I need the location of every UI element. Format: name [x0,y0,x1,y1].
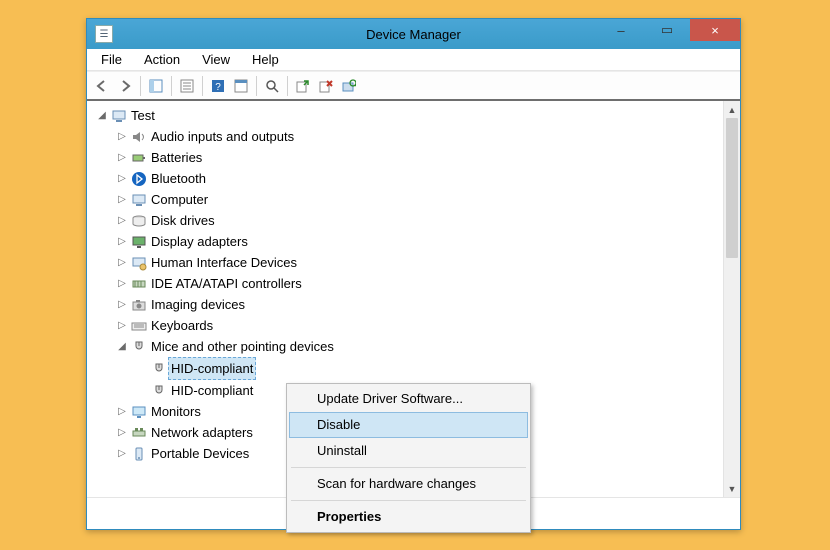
tree-item-hid[interactable]: ▷ Human Interface Devices [95,252,740,273]
search-button[interactable] [261,75,283,97]
portable-icon [131,446,147,462]
update-driver-button[interactable] [292,75,314,97]
tree-item-batteries[interactable]: ▷ Batteries [95,147,740,168]
context-menu: Update Driver Software... Disable Uninst… [286,383,531,533]
tree-item-mice[interactable]: ◢ Mice and other pointing devices [95,336,740,357]
ctx-disable[interactable]: Disable [289,412,528,438]
toolbar-separator [140,76,141,96]
vertical-scrollbar[interactable]: ▲ ▼ [723,101,740,497]
tree-root[interactable]: ◢ Test [95,105,740,126]
mouse-icon [151,361,167,377]
minimize-button[interactable]: – [598,19,644,41]
computer-icon [131,192,147,208]
tree-item-display[interactable]: ▷ Display adapters [95,231,740,252]
expander-icon[interactable]: ▷ [115,231,129,252]
expander-icon[interactable]: ◢ [95,105,109,126]
toolbar-separator [256,76,257,96]
toolbar-separator [287,76,288,96]
battery-icon [131,150,147,166]
ctx-separator [291,467,526,468]
expander-icon[interactable]: ▷ [115,422,129,443]
tree-item-hid-mouse-1[interactable]: ▷ HID-compliant [95,357,740,380]
tree-item-imaging[interactable]: ▷ Imaging devices [95,294,740,315]
expander-icon[interactable]: ▷ [115,294,129,315]
display-icon [131,234,147,250]
network-icon [131,425,147,441]
expander-icon[interactable]: ▷ [115,273,129,294]
mouse-icon [131,339,147,355]
expander-icon[interactable]: ▷ [115,147,129,168]
close-button[interactable]: × [690,19,740,41]
menu-view[interactable]: View [192,50,240,69]
expander-icon[interactable]: ▷ [115,168,129,189]
tree-item-ide[interactable]: ▷ IDE ATA/ATAPI controllers [95,273,740,294]
menubar: File Action View Help [87,49,740,71]
window-controls: – ▭ × [598,19,740,41]
expander-icon[interactable]: ▷ [115,315,129,336]
tree-item-keyboards[interactable]: ▷ Keyboards [95,315,740,336]
tree-item-computer[interactable]: ▷ Computer [95,189,740,210]
scroll-thumb[interactable] [726,118,738,258]
ctx-update-driver[interactable]: Update Driver Software... [289,386,528,412]
hid-icon [131,255,147,271]
help-button[interactable]: ? [207,75,229,97]
imaging-icon [131,297,147,313]
ctx-properties[interactable]: Properties [289,504,528,530]
back-button[interactable] [91,75,113,97]
expander-icon[interactable]: ▷ [115,443,129,464]
titlebar: ☰ Device Manager – ▭ × [87,19,740,49]
svg-text:?: ? [215,82,221,93]
mouse-icon [151,383,167,399]
toolbar-separator [202,76,203,96]
toolbar-separator [171,76,172,96]
menu-file[interactable]: File [91,50,132,69]
monitor-icon [131,404,147,420]
disk-icon [131,213,147,229]
ide-icon [131,276,147,292]
scroll-up-icon[interactable]: ▲ [724,101,740,118]
computer-root-icon [111,108,127,124]
expander-icon[interactable]: ▷ [115,189,129,210]
details-button[interactable] [230,75,252,97]
tree-item-bluetooth[interactable]: ▷ Bluetooth [95,168,740,189]
scroll-down-icon[interactable]: ▼ [724,480,740,497]
tree-item-audio[interactable]: ▷ Audio inputs and outputs [95,126,740,147]
tree-root-label: Test [131,105,155,126]
forward-button[interactable] [114,75,136,97]
expander-icon[interactable]: ◢ [115,336,129,357]
expander-icon[interactable]: ▷ [115,210,129,231]
expander-icon[interactable]: ▷ [115,401,129,422]
ctx-scan[interactable]: Scan for hardware changes [289,471,528,497]
maximize-button[interactable]: ▭ [644,19,690,41]
scroll-track[interactable] [724,118,740,480]
tree-item-disk[interactable]: ▷ Disk drives [95,210,740,231]
ctx-uninstall[interactable]: Uninstall [289,438,528,464]
expander-icon[interactable]: ▷ [115,252,129,273]
expander-icon[interactable]: ▷ [115,126,129,147]
menu-action[interactable]: Action [134,50,190,69]
showhide-tree-button[interactable] [145,75,167,97]
bluetooth-icon [131,171,147,187]
menu-help[interactable]: Help [242,50,289,69]
properties-button[interactable] [176,75,198,97]
keyboard-icon [131,318,147,334]
app-icon: ☰ [95,25,113,43]
scan-hardware-button[interactable] [338,75,360,97]
uninstall-button[interactable] [315,75,337,97]
toolbar: ? [87,71,740,99]
ctx-separator [291,500,526,501]
audio-icon [131,129,147,145]
